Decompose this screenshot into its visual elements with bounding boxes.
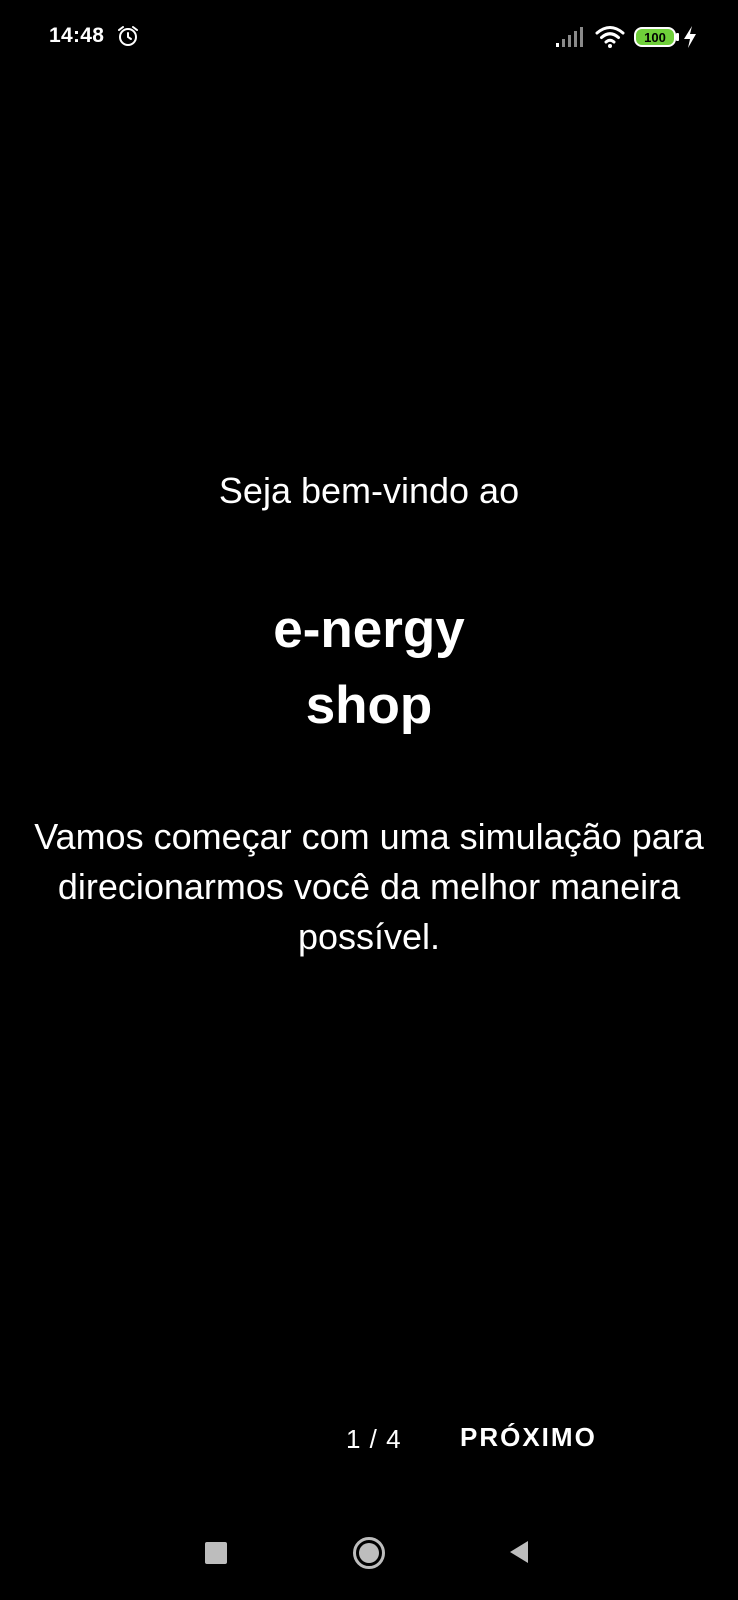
battery-level: 100	[644, 30, 666, 45]
brand-name: e-nergy shop	[0, 592, 738, 744]
brand-line-1: e-nergy	[273, 600, 465, 659]
onboarding-description: Vamos começar com uma simulação para dir…	[34, 816, 704, 957]
charging-icon	[683, 25, 697, 49]
status-time: 14:48	[49, 24, 105, 47]
welcome-text: Seja bem-vindo ao	[218, 470, 520, 511]
navigation-bar	[0, 1510, 738, 1600]
alarm-icon	[116, 24, 140, 48]
brand-line-2: shop	[305, 676, 433, 735]
page-indicator: 1 / 4	[346, 1424, 402, 1454]
home-icon[interactable]	[352, 1536, 386, 1570]
next-button[interactable]: PRÓXIMO	[448, 1414, 609, 1461]
recent-apps-icon[interactable]	[205, 1542, 227, 1564]
battery-icon: 100	[634, 26, 680, 48]
back-icon[interactable]	[506, 1538, 532, 1566]
wifi-icon	[595, 25, 625, 49]
status-bar: 14:48 100	[0, 0, 738, 74]
signal-icon	[556, 27, 586, 47]
